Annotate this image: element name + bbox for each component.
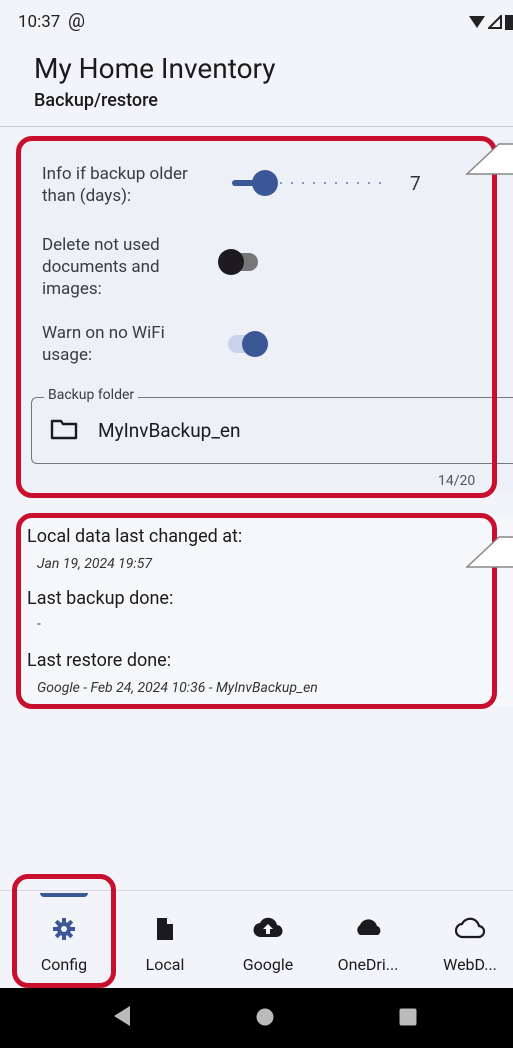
nav-item-webdav[interactable]: WebD... [420,891,513,988]
cloud-filled-icon [357,919,381,935]
status-time: 10:37 [18,12,61,32]
nav-item-onedrive[interactable]: OneDri... [318,891,418,988]
nav-item-local[interactable]: Local [115,891,215,988]
system-nav-bar [0,988,513,1048]
page-subtitle: Backup/restore [34,90,158,111]
nav-label-local: Local [145,955,185,974]
wifi-icon [469,15,485,28]
highlight-box-config [12,874,116,988]
page-title: My Home Inventory [34,52,276,85]
battery-icon [505,15,513,30]
at-icon: @ [68,9,86,32]
cloud-outline-icon [455,917,485,939]
home-icon[interactable] [256,1008,274,1026]
cloud-upload-icon [253,917,283,938]
signal-icon [488,15,502,29]
back-icon[interactable] [113,1005,131,1027]
highlight-box-settings [16,136,497,498]
header-divider [0,126,513,127]
status-bar: 10:37 @ [0,0,513,40]
file-icon [157,918,173,940]
nav-item-google[interactable]: Google [218,891,318,988]
status-icons [469,14,513,30]
nav-label-google: Google [242,955,294,974]
recents-icon[interactable] [399,1008,417,1026]
callout-pointer-settings [465,143,513,175]
callout-pointer-info [465,536,513,568]
highlight-box-info [16,513,497,709]
nav-label-webdav: WebD... [443,955,497,974]
nav-label-onedrive: OneDri... [337,955,399,974]
